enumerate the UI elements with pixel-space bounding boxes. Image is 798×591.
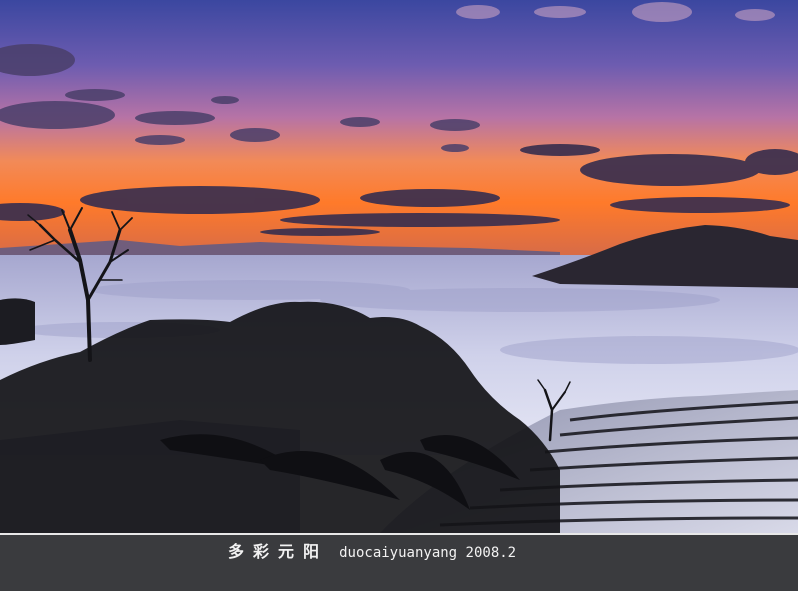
caption-chinese-title: 多彩元阳: [228, 542, 329, 561]
caption-english-text: duocaiyuanyang 2008.2: [339, 545, 517, 561]
caption-bar: 多彩元阳 duocaiyuanyang 2008.2: [0, 533, 798, 591]
landscape-photo: [0, 0, 798, 533]
photo-canvas: [0, 0, 798, 533]
photo-caption: 多彩元阳 duocaiyuanyang 2008.2: [228, 541, 516, 563]
left-hill: [0, 298, 35, 345]
